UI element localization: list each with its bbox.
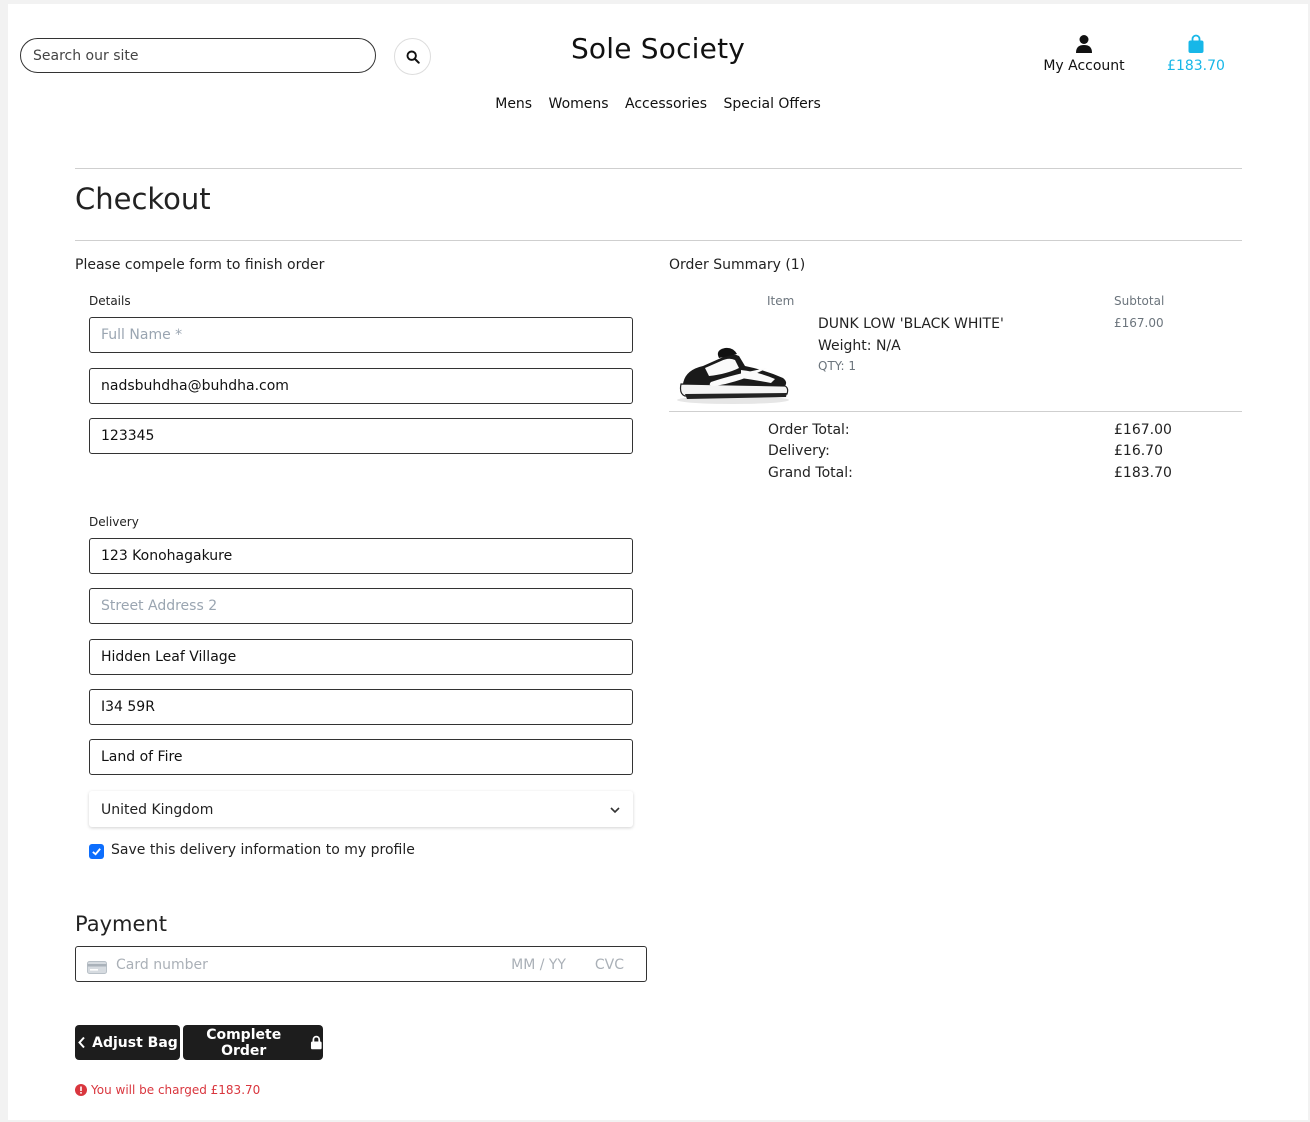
card-input[interactable]: Card number MM / YY CVC bbox=[75, 946, 647, 982]
details-label: Details bbox=[89, 294, 131, 308]
lock-icon bbox=[311, 1035, 323, 1050]
product-image bbox=[675, 344, 791, 406]
adjust-bag-button[interactable]: Adjust Bag bbox=[75, 1025, 180, 1060]
product-name[interactable]: DUNK LOW 'BLACK WHITE' bbox=[818, 316, 1004, 332]
street-address-2-field[interactable] bbox=[89, 588, 633, 624]
product-subtotal: £167.00 bbox=[1114, 316, 1164, 330]
search-icon bbox=[406, 50, 420, 64]
country-select[interactable]: United Kingdom bbox=[89, 791, 633, 827]
credit-card-icon bbox=[87, 959, 107, 978]
search-button[interactable] bbox=[394, 38, 431, 75]
card-cvc-placeholder: CVC bbox=[594, 957, 624, 973]
page-title: Checkout bbox=[75, 182, 211, 216]
complete-order-label: Complete Order bbox=[206, 1026, 282, 1059]
street-address-1-field[interactable] bbox=[89, 538, 633, 574]
order-total-value: £167.00 bbox=[1114, 422, 1172, 438]
divider bbox=[75, 240, 1242, 241]
divider bbox=[75, 168, 1242, 169]
save-info-checkbox[interactable] bbox=[89, 844, 104, 859]
my-account-link[interactable]: My Account bbox=[1036, 34, 1132, 74]
charge-notice-text: You will be charged £183.70 bbox=[91, 1083, 261, 1097]
main-nav: Mens Womens Accessories Special Offers bbox=[8, 96, 1308, 112]
adjust-bag-label: Adjust Bag bbox=[92, 1034, 178, 1051]
nav-link-womens[interactable]: Womens bbox=[549, 96, 609, 112]
exclamation-circle-icon bbox=[75, 1084, 87, 1096]
search-input[interactable] bbox=[20, 38, 376, 73]
brand-logo-text[interactable]: Sole Society bbox=[538, 32, 778, 65]
subtotal-column-header: Subtotal bbox=[1114, 294, 1165, 308]
delivery-cost-label: Delivery: bbox=[768, 443, 830, 459]
summary-divider bbox=[669, 411, 1242, 412]
order-summary-title: Order Summary (1) bbox=[669, 257, 806, 273]
email-field[interactable] bbox=[89, 368, 633, 404]
shopping-bag-link[interactable]: £183.70 bbox=[1158, 34, 1234, 74]
delivery-label: Delivery bbox=[89, 515, 139, 529]
nav-link-special-offers[interactable]: Special Offers bbox=[724, 96, 821, 112]
full-name-field[interactable] bbox=[89, 317, 633, 353]
my-account-label: My Account bbox=[1043, 58, 1125, 74]
save-info-label: Save this delivery information to my pro… bbox=[111, 842, 415, 858]
item-column-header: Item bbox=[767, 294, 795, 308]
nav-link-accessories[interactable]: Accessories bbox=[625, 96, 707, 112]
product-qty: QTY: 1 bbox=[818, 359, 857, 373]
country-select-value: United Kingdom bbox=[101, 802, 214, 818]
card-number-placeholder: Card number bbox=[116, 957, 208, 973]
payment-title: Payment bbox=[75, 912, 167, 936]
order-total-label: Order Total: bbox=[768, 422, 850, 438]
delivery-cost-value: £16.70 bbox=[1114, 443, 1163, 459]
charge-notice: You will be charged £183.70 bbox=[75, 1083, 260, 1097]
chevron-left-icon bbox=[78, 1036, 85, 1049]
bag-total: £183.70 bbox=[1167, 58, 1225, 74]
form-intro: Please compele form to finish order bbox=[75, 257, 325, 273]
nav-link-mens[interactable]: Mens bbox=[495, 96, 532, 112]
product-weight: Weight: N/A bbox=[818, 338, 901, 354]
shopping-bag-icon bbox=[1158, 34, 1234, 56]
grand-total-label: Grand Total: bbox=[768, 465, 853, 481]
grand-total-value: £183.70 bbox=[1114, 465, 1172, 481]
check-icon bbox=[92, 848, 101, 856]
user-icon bbox=[1036, 34, 1132, 56]
chevron-down-icon bbox=[609, 801, 621, 820]
card-expiry-placeholder: MM / YY bbox=[511, 957, 566, 973]
postcode-field[interactable] bbox=[89, 689, 633, 725]
phone-field[interactable] bbox=[89, 418, 633, 454]
town-field[interactable] bbox=[89, 639, 633, 675]
checkout-page: Sole Society My Account £183.70 Mens Wom… bbox=[8, 4, 1308, 1120]
county-field[interactable] bbox=[89, 739, 633, 775]
complete-order-button[interactable]: Complete Order bbox=[183, 1025, 323, 1060]
